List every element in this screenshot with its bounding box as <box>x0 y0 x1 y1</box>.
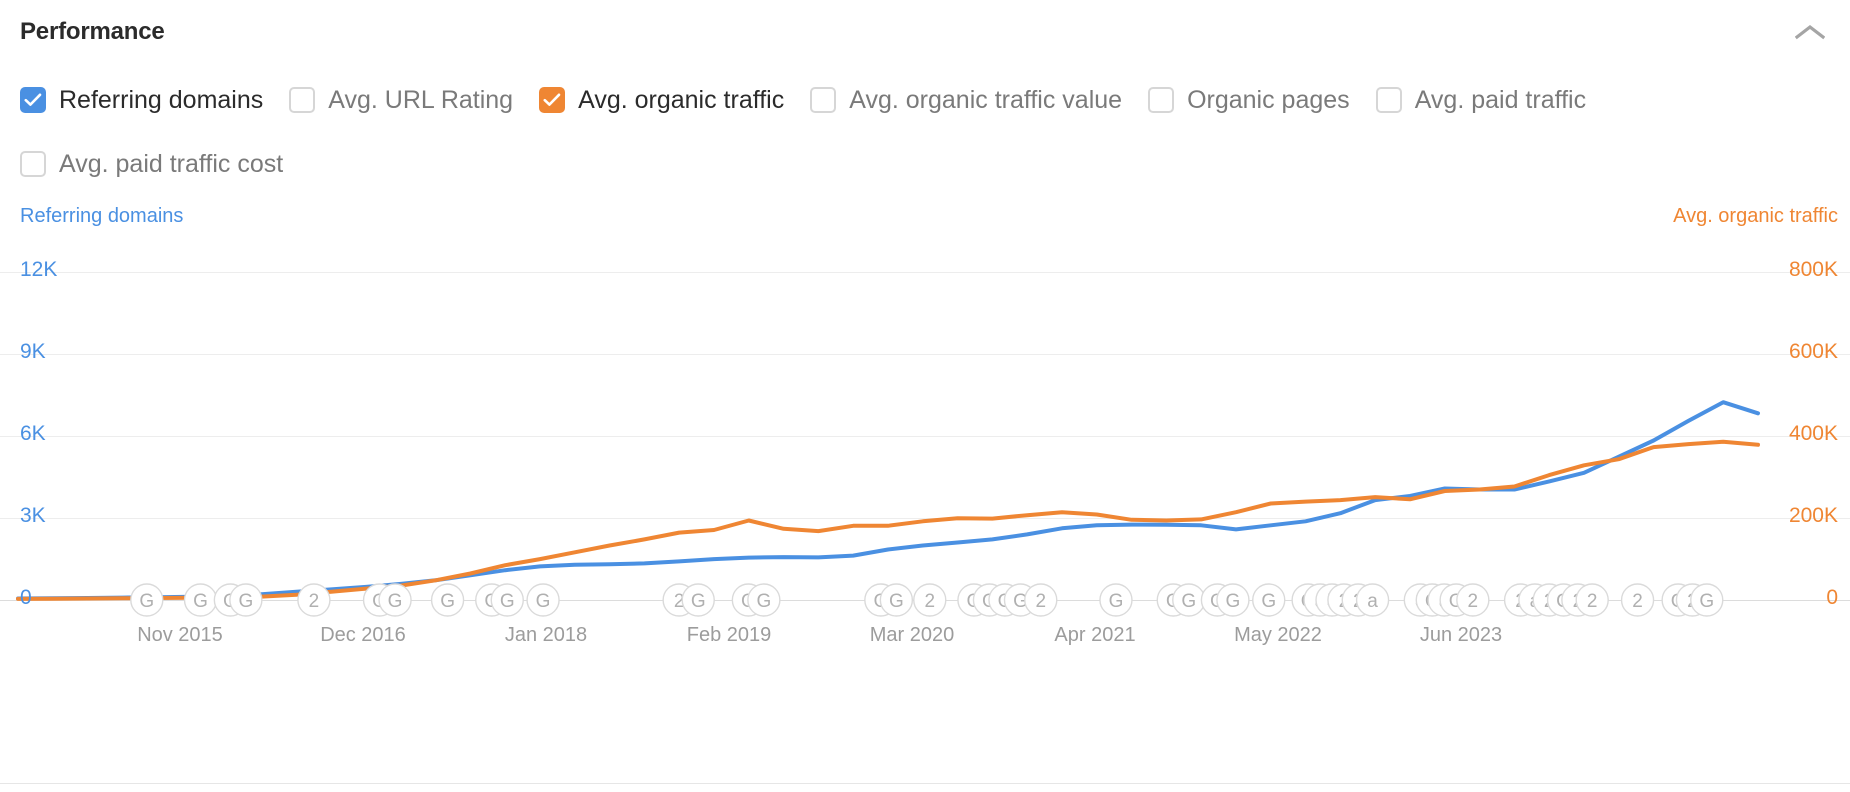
badge-label: G <box>1226 591 1241 612</box>
google-update-badge[interactable]: G <box>432 584 464 616</box>
metric-label: Avg. paid traffic <box>1415 88 1586 113</box>
x-axis-tick: Jun 2023 <box>1420 625 1502 645</box>
metric-label: Avg. organic traffic value <box>849 88 1122 113</box>
badge-label: G <box>756 591 771 612</box>
google-update-badge[interactable]: G <box>379 584 411 616</box>
left-axis-tick: 12K <box>20 259 57 280</box>
metric-checkbox-avg-url-rating[interactable]: Avg. URL Rating <box>289 80 513 120</box>
google-update-badge[interactable]: G <box>1100 584 1132 616</box>
google-update-badge[interactable]: G <box>1217 584 1249 616</box>
badge-label: G <box>1181 591 1196 612</box>
badge-label: 2 <box>1468 591 1479 612</box>
metric-toggle-list: Referring domains Avg. URL Rating Avg. org… <box>20 80 1830 208</box>
metric-checkbox-avg-paid-traffic-cost[interactable]: Avg. paid traffic cost <box>20 144 1804 184</box>
badge-label: G <box>193 591 208 612</box>
performance-panel: Performance Referring domains Avg. URL Ra… <box>0 0 1850 792</box>
google-update-badge[interactable]: G <box>1691 584 1723 616</box>
google-update-badge[interactable]: a <box>1357 584 1389 616</box>
x-axis-tick: Mar 2020 <box>870 625 955 645</box>
badge-label: G <box>1261 591 1276 612</box>
left-axis-caption: Referring domains <box>20 205 183 228</box>
checkbox-empty-icon[interactable] <box>1148 87 1174 113</box>
panel-header: Performance <box>0 0 1850 62</box>
badge-label: G <box>388 591 403 612</box>
chevron-up-icon[interactable] <box>1788 10 1832 54</box>
metric-label: Referring domains <box>59 88 263 113</box>
right-axis-tick: 200K <box>1789 505 1838 526</box>
metric-checkbox-referring-domains[interactable]: Referring domains <box>20 80 263 120</box>
badge-label: 2 <box>309 591 320 612</box>
badge-label: G <box>889 591 904 612</box>
metric-checkbox-avg-organic-traffic-value[interactable]: Avg. organic traffic value <box>810 80 1122 120</box>
metric-checkbox-avg-paid-traffic[interactable]: Avg. paid traffic <box>1376 80 1586 120</box>
checkbox-empty-icon[interactable] <box>1376 87 1402 113</box>
google-update-badge[interactable]: G <box>527 584 559 616</box>
google-update-badge[interactable]: 2 <box>1025 584 1057 616</box>
google-update-badge[interactable]: 2 <box>298 584 330 616</box>
badge-label: G <box>139 591 154 612</box>
right-axis-tick: 400K <box>1789 423 1838 444</box>
series-line-referring-domains[interactable] <box>18 402 1758 598</box>
metric-checkbox-avg-organic-traffic[interactable]: Avg. organic traffic <box>539 80 784 120</box>
checkbox-empty-icon[interactable] <box>289 87 315 113</box>
badge-label: G <box>440 591 455 612</box>
google-update-badge[interactable]: G <box>1173 584 1205 616</box>
page-title: Performance <box>20 18 165 46</box>
google-update-badges: GGGG2GGGGGG2GGGGG2GGGG2GGGGGGGa522a3GaG2… <box>131 584 1723 616</box>
badge-label: G <box>536 591 551 612</box>
badge-label: G <box>691 591 706 612</box>
left-axis-tick: 6K <box>20 423 46 444</box>
google-update-badge[interactable]: 2 <box>1576 584 1608 616</box>
google-update-badge[interactable]: G <box>491 584 523 616</box>
checkbox-checked-icon[interactable] <box>20 87 46 113</box>
google-update-badge[interactable]: G <box>1253 584 1285 616</box>
google-update-badge[interactable]: G <box>185 584 217 616</box>
x-axis-tick: Apr 2021 <box>1054 625 1135 645</box>
checkbox-empty-icon[interactable] <box>20 151 46 177</box>
right-axis-tick: 0 <box>1826 587 1838 608</box>
google-update-badge[interactable]: 2 <box>1622 584 1654 616</box>
x-axis-tick: Jan 2018 <box>505 625 587 645</box>
badge-label: a <box>1367 591 1378 612</box>
google-update-badge[interactable]: 2 <box>1457 584 1489 616</box>
google-update-badge[interactable]: G <box>682 584 714 616</box>
google-update-badge[interactable]: G <box>880 584 912 616</box>
panel-bottom-divider <box>0 783 1850 784</box>
badge-label: 2 <box>1587 591 1598 612</box>
google-update-badge[interactable]: G <box>131 584 163 616</box>
badge-label: G <box>1109 591 1124 612</box>
checkbox-checked-icon[interactable] <box>539 87 565 113</box>
x-axis-tick: Dec 2016 <box>320 625 406 645</box>
checkbox-empty-icon[interactable] <box>810 87 836 113</box>
right-axis-tick: 600K <box>1789 341 1838 362</box>
right-axis-tick: 800K <box>1789 259 1838 280</box>
left-axis-tick: 0 <box>20 587 32 608</box>
x-axis-tick: May 2022 <box>1234 625 1322 645</box>
google-update-badge[interactable]: G <box>230 584 262 616</box>
badge-label: 2 <box>1632 591 1643 612</box>
badge-label: G <box>238 591 253 612</box>
metric-checkbox-organic-pages[interactable]: Organic pages <box>1148 80 1350 120</box>
left-axis-tick: 3K <box>20 505 46 526</box>
x-axis-tick: Nov 2015 <box>137 625 223 645</box>
google-update-badge[interactable]: 2 <box>914 584 946 616</box>
badge-label: 2 <box>924 591 935 612</box>
metric-label: Avg. paid traffic cost <box>59 152 283 177</box>
series-line-avg-organic-traffic[interactable] <box>18 442 1758 599</box>
x-axis-tick: Feb 2019 <box>687 625 772 645</box>
metric-label: Avg. organic traffic <box>578 88 784 113</box>
right-axis-caption: Avg. organic traffic <box>1673 205 1838 228</box>
badge-label: G <box>500 591 515 612</box>
metric-label: Organic pages <box>1187 88 1350 113</box>
performance-chart[interactable]: GGGG2GGGGGG2GGGGG2GGGG2GGGGGGGa522a3GaG2… <box>0 236 1850 756</box>
left-axis-tick: 9K <box>20 341 46 362</box>
google-update-badge[interactable]: G <box>748 584 780 616</box>
metric-label: Avg. URL Rating <box>328 88 513 113</box>
chart-canvas: GGGG2GGGGGG2GGGGG2GGGG2GGGGGGGa522a3GaG2… <box>0 236 1850 756</box>
badge-label: 2 <box>1035 591 1046 612</box>
badge-label: G <box>1699 591 1714 612</box>
